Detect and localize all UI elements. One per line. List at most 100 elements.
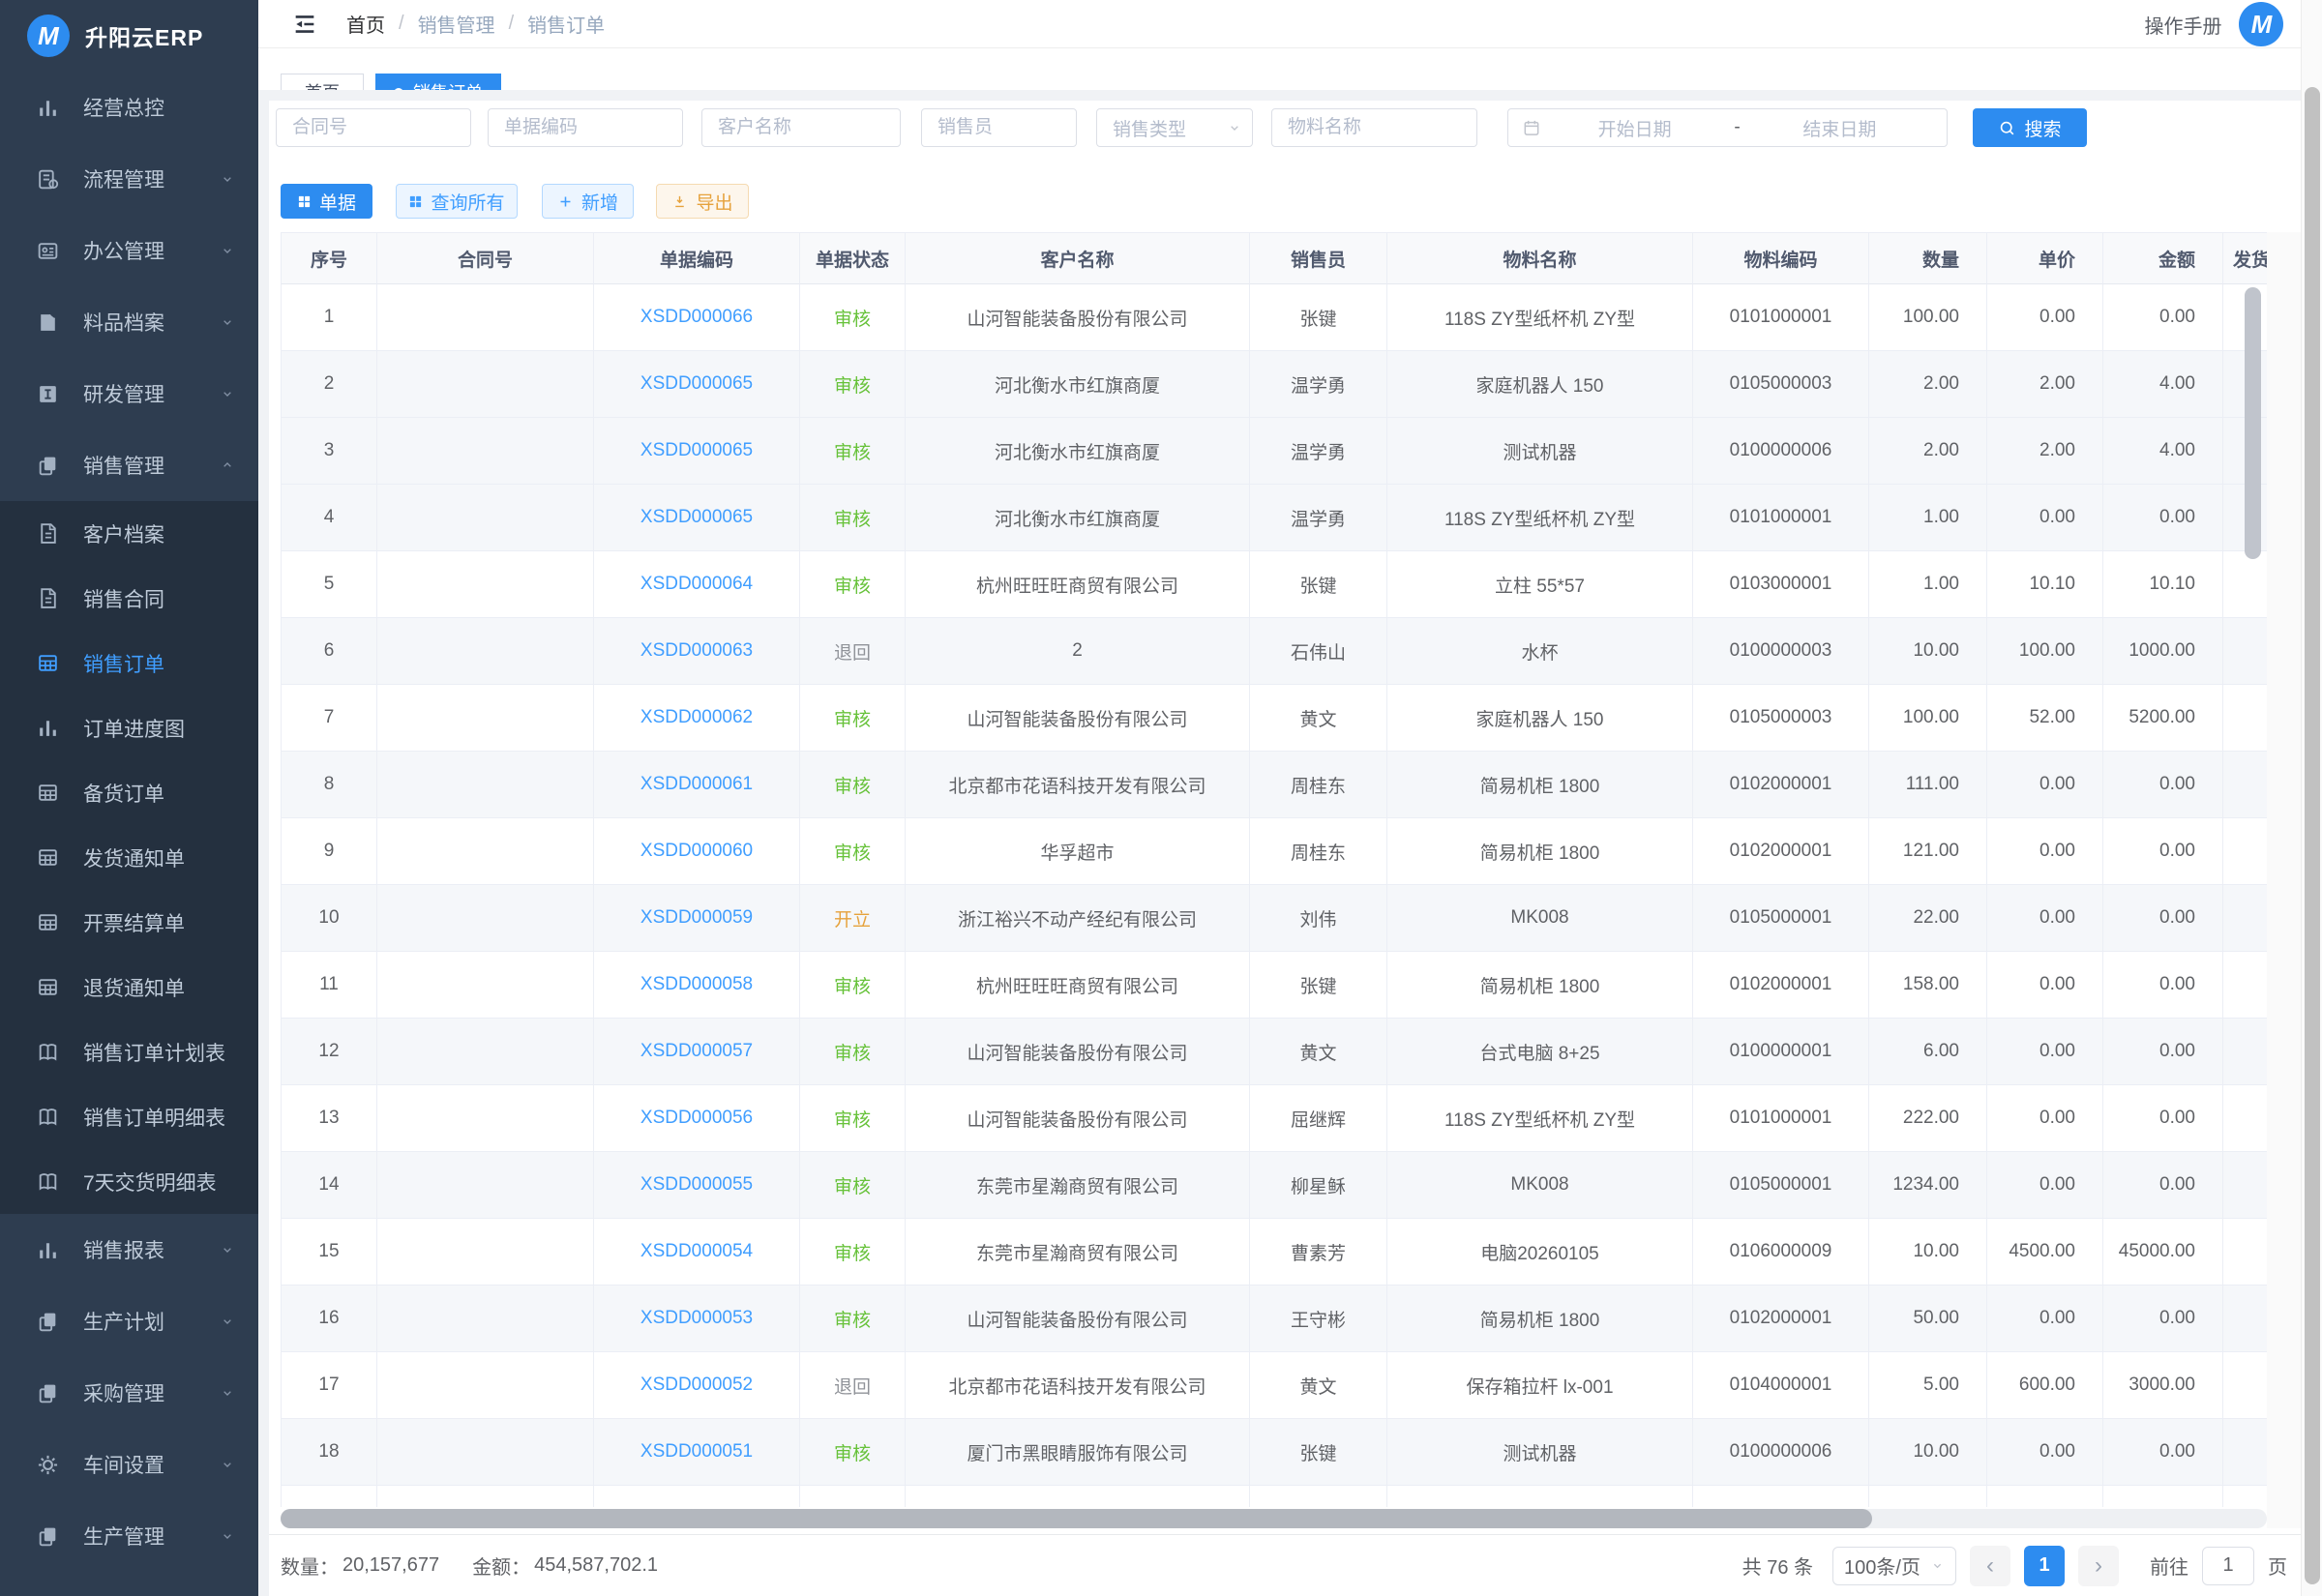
- doc-code-link[interactable]: XSDD000061: [640, 774, 753, 795]
- doc-code-link[interactable]: XSDD000064: [640, 574, 753, 595]
- table-row[interactable]: 12XSDD000057审核山河智能装备股份有限公司黄文台式电脑 8+25010…: [281, 1019, 2267, 1085]
- sidebar-item[interactable]: 经营总控: [0, 72, 258, 143]
- doc-code-input[interactable]: [488, 108, 683, 147]
- sidebar-subitem[interactable]: 发货通知单: [0, 825, 258, 890]
- tab-sales-order[interactable]: 销售订单: [375, 74, 501, 90]
- sidebar-subitem[interactable]: 销售订单: [0, 631, 258, 695]
- doc-code-link[interactable]: XSDD000057: [640, 1041, 753, 1062]
- sidebar-subitem[interactable]: 销售订单计划表: [0, 1020, 258, 1084]
- table-cell: [377, 885, 594, 952]
- date-range-picker[interactable]: 开始日期 - 结束日期: [1507, 108, 1948, 147]
- table-cell: 52.00: [1987, 685, 2103, 752]
- doc-code-link[interactable]: XSDD000053: [640, 1308, 753, 1329]
- end-date-placeholder[interactable]: 结束日期: [1746, 115, 1933, 141]
- sidebar-subitem[interactable]: 退货通知单: [0, 955, 258, 1020]
- sidebar-collapse-icon[interactable]: [290, 11, 319, 38]
- breadcrumb-sales-mgmt[interactable]: 销售管理: [418, 10, 495, 38]
- doc-code-link[interactable]: XSDD000063: [640, 640, 753, 662]
- table-row[interactable]: 9XSDD000060审核华孚超市周桂东简易机柜 180001020000011…: [281, 818, 2267, 885]
- avatar[interactable]: M: [2239, 2, 2283, 46]
- add-button[interactable]: 新增: [542, 184, 634, 219]
- customer-name-input[interactable]: [701, 108, 901, 147]
- table-row[interactable]: 6XSDD000063退回2石伟山水杯010000000310.00100.00…: [281, 618, 2267, 685]
- table-row[interactable]: [281, 1486, 2267, 1507]
- doc-view-button[interactable]: 单据: [281, 184, 372, 219]
- breadcrumb-home[interactable]: 首页: [346, 10, 385, 38]
- table-row[interactable]: 13XSDD000056审核山河智能装备股份有限公司屈继辉118S ZY型纸杯机…: [281, 1085, 2267, 1152]
- query-all-button[interactable]: 查询所有: [396, 184, 518, 219]
- doc-code-link[interactable]: XSDD000051: [640, 1441, 753, 1463]
- table-cell: 柳星稣: [1250, 1152, 1387, 1219]
- sidebar-menu: 经营总控流程管理办公管理料品档案研发管理销售管理客户档案销售合同销售订单订单进度…: [0, 72, 258, 1596]
- sidebar-item[interactable]: 车间设置: [0, 1429, 258, 1500]
- doc-code-link[interactable]: XSDD000055: [640, 1174, 753, 1196]
- doc-code-link[interactable]: XSDD000065: [640, 440, 753, 461]
- salesperson-input[interactable]: [921, 108, 1077, 147]
- material-name-input[interactable]: [1271, 108, 1477, 147]
- table-row[interactable]: 11XSDD000058审核杭州旺旺旺商贸有限公司张键简易机柜 18000102…: [281, 952, 2267, 1019]
- table-row[interactable]: 8XSDD000061审核北京都市花语科技开发有限公司周桂东简易机柜 18000…: [281, 752, 2267, 818]
- sidebar-item[interactable]: 办公管理: [0, 215, 258, 286]
- doc-code-link[interactable]: XSDD000052: [640, 1374, 753, 1396]
- sidebar-subitem[interactable]: 客户档案: [0, 501, 258, 566]
- table-vertical-scrollbar[interactable]: [2245, 287, 2261, 559]
- table-row[interactable]: 7XSDD000062审核山河智能装备股份有限公司黄文家庭机器人 1500105…: [281, 685, 2267, 752]
- table-row[interactable]: 1XSDD000066审核山河智能装备股份有限公司张键118S ZY型纸杯机 Z…: [281, 284, 2267, 351]
- current-page-button[interactable]: 1: [2024, 1546, 2065, 1586]
- amount-total-value: 454,587,702.1: [534, 1554, 658, 1577]
- table-cell: [377, 1152, 594, 1219]
- sidebar-subitem[interactable]: 开票结算单: [0, 890, 258, 955]
- sidebar-subitem[interactable]: 销售合同: [0, 566, 258, 631]
- table-row[interactable]: 10XSDD000059开立浙江裕兴不动产经纪有限公司刘伟MK008010500…: [281, 885, 2267, 952]
- goto-page-input[interactable]: [2202, 1547, 2254, 1585]
- sales-type-select[interactable]: 销售类型: [1096, 108, 1253, 147]
- doc-code-link[interactable]: XSDD000062: [640, 707, 753, 728]
- sidebar-item[interactable]: 销售管理: [0, 429, 258, 501]
- sidebar-item[interactable]: 加工车间: [0, 1572, 258, 1596]
- doc-code-link[interactable]: XSDD000066: [640, 307, 753, 328]
- export-button[interactable]: 导出: [656, 184, 749, 219]
- sidebar-subitem[interactable]: 备货订单: [0, 760, 258, 825]
- doc-code-link[interactable]: XSDD000060: [640, 841, 753, 862]
- sidebar-item[interactable]: 料品档案: [0, 286, 258, 358]
- table-row[interactable]: 18XSDD000051审核厦门市黑眼睛服饰有限公司张键测试机器01000000…: [281, 1419, 2267, 1486]
- table-row[interactable]: 16XSDD000053审核山河智能装备股份有限公司王守彬简易机柜 180001…: [281, 1286, 2267, 1352]
- tab-active-dot: [394, 88, 403, 90]
- doc-code-link[interactable]: XSDD000058: [640, 974, 753, 995]
- table-cell: 0100000001: [1693, 1019, 1869, 1085]
- table-horizontal-scrollbar[interactable]: [281, 1509, 1872, 1528]
- table-row[interactable]: 15XSDD000054审核东莞市星瀚商贸有限公司曹素芳电脑2026010501…: [281, 1219, 2267, 1286]
- sidebar-subitem[interactable]: 订单进度图: [0, 695, 258, 760]
- sidebar-item[interactable]: 生产计划: [0, 1286, 258, 1357]
- sidebar-subitem[interactable]: 7天交货明细表: [0, 1149, 258, 1214]
- table-row[interactable]: 3XSDD000065审核河北衡水市红旗商厦温学勇测试机器01000000062…: [281, 418, 2267, 485]
- help-manual-link[interactable]: 操作手册: [2144, 11, 2221, 39]
- table-row[interactable]: 2XSDD000065审核河北衡水市红旗商厦温学勇家庭机器人 150010500…: [281, 351, 2267, 418]
- start-date-placeholder[interactable]: 开始日期: [1541, 115, 1728, 141]
- sidebar-item[interactable]: 生产管理: [0, 1500, 258, 1572]
- table-row[interactable]: 4XSDD000065审核河北衡水市红旗商厦温学勇118S ZY型纸杯机 ZY型…: [281, 485, 2267, 551]
- search-button[interactable]: 搜索: [1973, 108, 2087, 147]
- sidebar-item[interactable]: 采购管理: [0, 1357, 258, 1429]
- table-row[interactable]: 14XSDD000055审核东莞市星瀚商贸有限公司柳星稣MK0080105000…: [281, 1152, 2267, 1219]
- table-cell: 0102000001: [1693, 952, 1869, 1019]
- sidebar-subitem[interactable]: 销售订单明细表: [0, 1084, 258, 1149]
- contract-no-input[interactable]: [276, 108, 471, 147]
- page-size-select[interactable]: 100条/页: [1832, 1547, 1956, 1585]
- next-page-button[interactable]: ›: [2078, 1546, 2119, 1586]
- tab-home[interactable]: 首页: [281, 74, 364, 90]
- doc-code-link[interactable]: XSDD000054: [640, 1241, 753, 1262]
- sidebar-item[interactable]: 销售报表: [0, 1214, 258, 1286]
- table-row[interactable]: 17XSDD000052退回北京都市花语科技开发有限公司黄文保存箱拉杆 lx-0…: [281, 1352, 2267, 1419]
- table-cell: 周桂东: [1250, 818, 1387, 885]
- doc-code-link[interactable]: XSDD000056: [640, 1108, 753, 1129]
- doc-code-link[interactable]: XSDD000059: [640, 907, 753, 929]
- sidebar-item[interactable]: 流程管理: [0, 143, 258, 215]
- sidebar-item[interactable]: 研发管理: [0, 358, 258, 429]
- table-row[interactable]: 5XSDD000064审核杭州旺旺旺商贸有限公司张键立柱 55*57010300…: [281, 551, 2267, 618]
- prev-page-button[interactable]: ‹: [1970, 1546, 2010, 1586]
- doc-code-link[interactable]: XSDD000065: [640, 507, 753, 528]
- table-cell: [2223, 818, 2267, 885]
- doc-code-link[interactable]: XSDD000065: [640, 373, 753, 395]
- page-scrollbar[interactable]: [2305, 87, 2320, 1584]
